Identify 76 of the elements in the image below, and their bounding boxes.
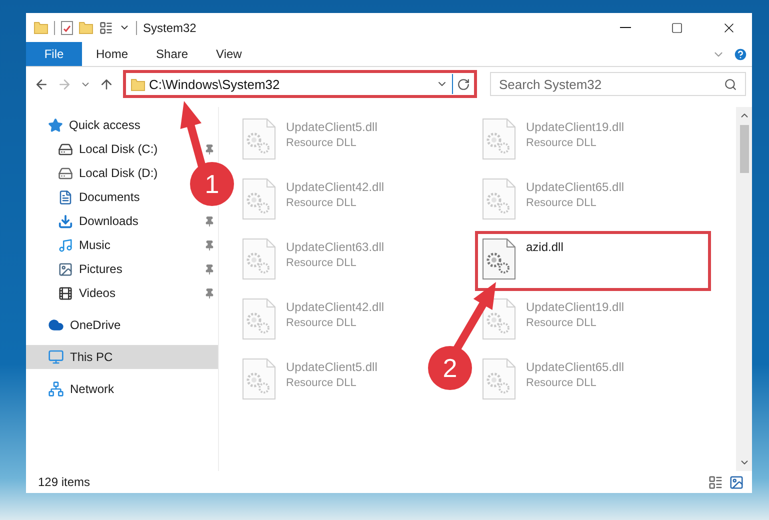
drive-icon [58, 166, 73, 180]
nav-item[interactable]: Quick access [48, 118, 140, 132]
gear-file-icon [242, 298, 276, 340]
gear-file-icon [242, 178, 276, 220]
window-title: System32 [143, 20, 196, 34]
file-type: Resource DLL [286, 197, 358, 209]
file-name: UpdateClient42.dll [286, 300, 384, 314]
highlighted-file[interactable]: azid.dll [475, 231, 711, 291]
nav-item[interactable]: This PC [48, 349, 113, 365]
file-type: Resource DLL [286, 377, 358, 389]
drive-icon [58, 142, 73, 156]
file-name: UpdateClient42.dll [286, 180, 384, 194]
nav-item[interactable]: Local Disk (C:) [58, 142, 158, 156]
file-name: UpdateClient65.dll [526, 180, 624, 194]
network-icon [48, 381, 64, 397]
film-icon [58, 286, 73, 300]
ribbon-tab[interactable]: Home [82, 42, 142, 66]
music-note-icon [58, 238, 73, 252]
nav-item[interactable]: Network [48, 381, 114, 397]
file-name: azid.dll [526, 240, 564, 254]
file-type: Resource DLL [526, 137, 598, 149]
file-name: UpdateClient65.dll [526, 360, 624, 374]
address-bar[interactable]: C:\Windows\System32 [124, 72, 476, 96]
search-field[interactable]: Search System32 [490, 72, 746, 96]
file-type: Resource DLL [526, 197, 598, 209]
file-type: Resource DLL [286, 137, 358, 149]
scrollbar[interactable] [736, 107, 752, 471]
ribbon-tab[interactable]: View [202, 42, 256, 66]
nav-item[interactable]: Music [58, 238, 110, 252]
ribbon-tab[interactable]: Share [142, 42, 202, 66]
scroll-thumb[interactable] [740, 125, 748, 173]
gear-file-icon [482, 298, 516, 340]
file-name: UpdateClient63.dll [286, 240, 384, 254]
file-type: Resource DLL [286, 317, 358, 329]
refresh-icon[interactable] [457, 78, 470, 90]
gear-file-icon [482, 118, 516, 160]
large-icons-view-icon[interactable] [729, 474, 744, 490]
gear-file-icon [482, 358, 516, 400]
properties-icon[interactable] [61, 20, 73, 34]
details-view-icon[interactable] [708, 474, 723, 490]
monitor-icon [48, 349, 64, 365]
file-name: UpdateClient19.dll [526, 120, 624, 134]
search-icon [724, 78, 737, 90]
item-count: 129 items [38, 475, 90, 489]
folder-icon [131, 78, 145, 90]
minimize-icon [620, 27, 630, 28]
file-name: UpdateClient5.dll [286, 360, 378, 374]
maximize-icon [671, 22, 683, 34]
forward-arrow-icon [57, 76, 72, 92]
gear-file-icon [242, 358, 276, 400]
download-icon [58, 214, 73, 228]
file-type: Resource DLL [286, 257, 358, 269]
view-options-icon[interactable] [99, 20, 113, 34]
nav-item[interactable]: Local Disk (D:) [58, 166, 158, 180]
nav-item[interactable]: OneDrive [48, 317, 121, 333]
file-name: UpdateClient5.dll [286, 120, 378, 134]
gear-file-icon [482, 178, 516, 220]
gear-file-icon [482, 238, 516, 280]
file-type: Resource DLL [526, 377, 598, 389]
picture-icon [58, 262, 73, 276]
file-type: Resource DLL [526, 317, 598, 329]
star-icon [48, 118, 63, 132]
help-icon[interactable] [733, 46, 748, 62]
nav-item[interactable]: Documents [58, 190, 140, 204]
folder-icon [79, 21, 93, 34]
gear-file-icon [242, 238, 276, 280]
nav-item[interactable]: Downloads [58, 214, 138, 228]
nav-item[interactable]: Videos [58, 286, 116, 300]
folder-icon [34, 21, 48, 34]
document-icon [58, 190, 73, 204]
cloud-icon [48, 317, 64, 333]
nav-item[interactable]: Pictures [58, 262, 122, 276]
file-name: UpdateClient19.dll [526, 300, 624, 314]
gear-file-icon [242, 118, 276, 160]
selected-nav-row[interactable]: This PC [26, 345, 218, 369]
file-menu-button[interactable]: File [26, 42, 82, 66]
